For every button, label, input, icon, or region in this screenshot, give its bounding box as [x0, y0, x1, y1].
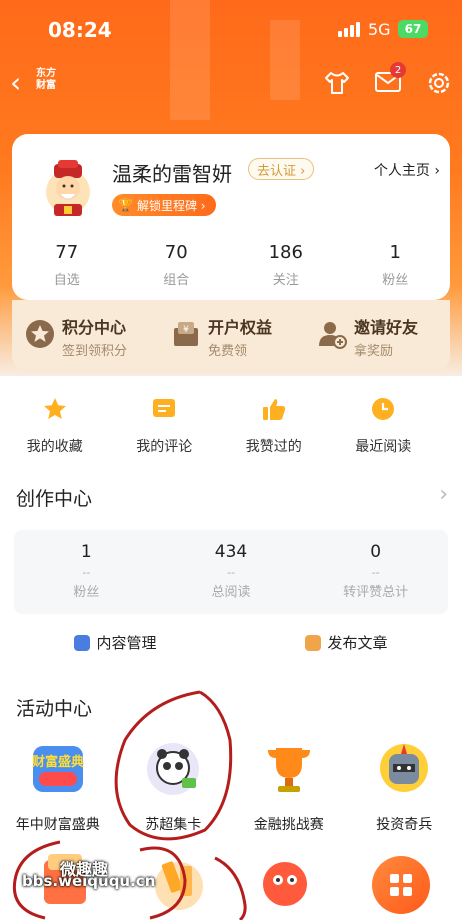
- my-favorites-button[interactable]: 我的收藏: [0, 392, 110, 456]
- back-button[interactable]: ‹: [10, 66, 21, 99]
- network-label: 5G: [368, 20, 391, 39]
- thumbs-up-icon: [262, 399, 285, 420]
- creation-actions: 内容管理 发布文章: [0, 632, 462, 653]
- stat-watchlist[interactable]: 77 自选: [12, 242, 122, 288]
- invite-user-icon: [319, 322, 347, 349]
- profile-stats: 77 自选 70 组合 186 关注 1 粉丝: [12, 242, 450, 288]
- trophy-icon: [267, 748, 310, 792]
- activity-wealth-gala[interactable]: 财富盛典 年中财富盛典: [0, 738, 116, 834]
- signal-icon: [338, 22, 360, 37]
- knight-character-icon: [380, 744, 429, 792]
- creation-center-title: 创作中心: [16, 488, 93, 510]
- gold-bars-icon[interactable]: [148, 850, 210, 912]
- homepage-link[interactable]: 个人主页 ›: [374, 160, 440, 180]
- content-manage-button[interactable]: 内容管理: [0, 632, 231, 653]
- points-center-button[interactable]: 积分中心 签到领积分: [12, 300, 158, 370]
- shirt-icon[interactable]: [322, 68, 352, 98]
- mascot-icon[interactable]: [254, 850, 316, 912]
- my-likes-button[interactable]: 我赞过的: [219, 392, 329, 456]
- activity-super-league-cards[interactable]: 苏超集卡: [116, 738, 232, 834]
- battery-icon: 67: [398, 20, 428, 38]
- publish-article-button[interactable]: 发布文章: [231, 632, 462, 653]
- points-star-icon: [26, 320, 54, 348]
- creation-stat-fans[interactable]: 1 -- 粉丝: [14, 530, 159, 614]
- star-icon: [43, 398, 66, 419]
- gear-icon[interactable]: [424, 68, 454, 98]
- panda-football-icon: [147, 743, 200, 795]
- milestone-button[interactable]: 🏆 解锁里程碑 ›: [112, 194, 216, 216]
- status-bar: 08:24 5G 67: [0, 0, 462, 56]
- my-comments-button[interactable]: 我的评论: [110, 392, 220, 456]
- stat-followers[interactable]: 1 粉丝: [341, 242, 451, 288]
- activity-list: 财富盛典 年中财富盛典 苏超集卡 金融挑战赛 投资奇兵: [0, 738, 462, 834]
- activity-center-title: 活动中心: [16, 698, 93, 720]
- brand-logo: 东方 财富: [36, 68, 56, 91]
- activity-investment-soldier[interactable]: 投资奇兵: [347, 738, 462, 834]
- trophy-icon: 🏆: [118, 198, 133, 212]
- quick-links: 我的收藏 我的评论 我赞过的 最近阅读: [0, 392, 462, 456]
- clock-icon: [372, 398, 395, 420]
- username: 温柔的雷智妍: [112, 162, 232, 186]
- grid-icon: [390, 874, 412, 896]
- publish-icon: [305, 634, 322, 651]
- wealth-gala-art: 财富盛典: [32, 746, 84, 792]
- stat-following[interactable]: 186 关注: [231, 242, 341, 288]
- account-benefit-button[interactable]: ¥ 开户权益 免费领: [158, 300, 304, 370]
- benefits-strip: 积分中心 签到领积分 ¥ 开户权益 免费领 邀请好友 拿奖励: [12, 300, 450, 370]
- creation-stat-interactions[interactable]: 0 -- 转评赞总计: [303, 530, 448, 614]
- verify-button[interactable]: 去认证 ›: [248, 158, 315, 180]
- activity-finance-challenge[interactable]: 金融挑战赛: [231, 738, 347, 834]
- creation-stat-reads[interactable]: 434 -- 总阅读: [159, 530, 304, 614]
- creation-stats: 1 -- 粉丝 434 -- 总阅读 0 -- 转评赞总计: [14, 530, 448, 614]
- stat-portfolio[interactable]: 70 组合: [122, 242, 232, 288]
- invite-friends-button[interactable]: 邀请好友 拿奖励: [304, 300, 450, 370]
- comment-icon: [153, 399, 176, 417]
- profile-card: 温柔的雷智妍 去认证 › 个人主页 › 🏆 解锁里程碑 › 77 自选 70 组…: [12, 134, 450, 300]
- avatar[interactable]: [36, 156, 100, 220]
- wealth-gala-art-line1: 财富盛典: [32, 754, 84, 770]
- status-time: 08:24: [48, 18, 112, 42]
- watermark: 微趣趣 bbs.weiququ.cn: [22, 860, 156, 890]
- creation-center-chevron[interactable]: ›: [439, 482, 448, 507]
- bottom-activity-row: 微趣趣 bbs.weiququ.cn: [0, 844, 462, 920]
- recent-reading-button[interactable]: 最近阅读: [329, 392, 439, 456]
- svg-text:¥: ¥: [183, 325, 189, 335]
- milestone-label: 解锁里程碑 ›: [136, 198, 206, 213]
- more-apps-button[interactable]: [372, 856, 430, 914]
- top-nav: ‹ 东方 财富 2: [0, 62, 462, 104]
- content-manage-icon: [74, 634, 91, 651]
- yen-box-icon: ¥: [174, 322, 198, 346]
- mail-badge: 2: [390, 62, 406, 78]
